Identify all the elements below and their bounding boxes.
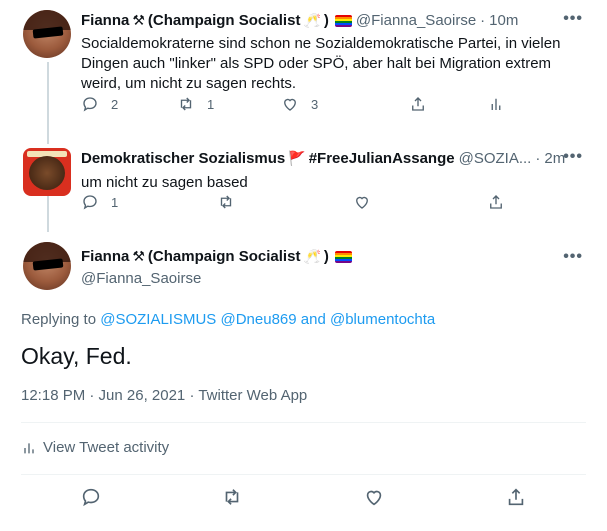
- reply-icon: [82, 488, 100, 507]
- mention-link[interactable]: @SOZIALISMUS: [100, 311, 216, 328]
- heart-icon: [356, 196, 368, 209]
- rainbow-flag-icon: [334, 250, 352, 263]
- display-name[interactable]: Fianna: [81, 248, 129, 265]
- handle[interactable]: @SOZIA...: [459, 150, 532, 167]
- avatar[interactable]: [23, 10, 71, 58]
- timestamp[interactable]: 10m: [489, 12, 518, 29]
- red-flag-icon: 🚩: [288, 150, 306, 166]
- main-tweet: Fianna ⚒ (Champaign Socialist 🥂 ) @Fiann…: [0, 232, 607, 531]
- tweet-timestamp[interactable]: 12:18 PM · Jun 26, 2021 · Twitter Web Ap…: [21, 387, 307, 404]
- mention-and[interactable]: and: [301, 311, 326, 328]
- more-options-icon[interactable]: •••: [563, 248, 583, 266]
- hammer-pick-icon: ⚒: [132, 248, 145, 264]
- analytics-icon: [24, 442, 34, 453]
- handle[interactable]: @Fianna_Saoirse: [81, 270, 201, 287]
- retweet-icon: [220, 195, 232, 209]
- share-button[interactable]: [487, 193, 505, 211]
- timestamp[interactable]: 2m: [544, 150, 565, 167]
- tweet-text: Okay, Fed.: [21, 343, 132, 369]
- analytics-button[interactable]: [487, 95, 505, 113]
- reply-button[interactable]: 2: [81, 95, 118, 113]
- reply-icon: [83, 195, 97, 210]
- main-tweet-actions: [0, 485, 607, 509]
- mention-link[interactable]: @blumentochta: [330, 311, 435, 328]
- reply-button[interactable]: 1: [81, 193, 118, 211]
- view-activity-link[interactable]: View Tweet activity: [21, 439, 169, 456]
- like-button[interactable]: [363, 486, 385, 508]
- retweet-count: 1: [207, 96, 215, 112]
- like-count: 3: [311, 96, 319, 112]
- hammer-pick-icon: ⚒: [132, 12, 145, 28]
- like-button[interactable]: 3: [281, 95, 318, 113]
- share-icon: [490, 195, 502, 209]
- avatar[interactable]: [23, 148, 71, 196]
- handle[interactable]: @Fianna_Saoirse: [356, 12, 476, 29]
- reply-count: 1: [111, 194, 119, 210]
- heart-icon: [284, 98, 296, 111]
- reply-button[interactable]: [80, 486, 102, 508]
- like-button[interactable]: [353, 193, 371, 211]
- avatar[interactable]: [23, 242, 71, 290]
- champagne-icon: 🥂: [303, 12, 321, 28]
- share-button[interactable]: [409, 95, 427, 113]
- share-icon: [412, 97, 424, 111]
- separator-dot: ·: [480, 12, 486, 29]
- display-name-close[interactable]: ): [324, 248, 329, 265]
- more-options-icon[interactable]: •••: [563, 148, 583, 166]
- retweet-button[interactable]: [221, 486, 243, 508]
- replying-prefix: Replying to: [21, 311, 97, 328]
- retweet-button[interactable]: [217, 193, 235, 211]
- tweet-demsoz[interactable]: Demokratischer Sozialismus 🚩 #FreeJulian…: [0, 140, 607, 232]
- reply-count: 2: [111, 96, 119, 112]
- replying-to: Replying to @SOZIALISMUS @Dneu869 and @b…: [21, 311, 435, 328]
- retweet-icon: [225, 489, 239, 505]
- divider: [21, 422, 586, 423]
- tweet-text: Socialdemokraterne sind schon ne Soziald…: [81, 35, 561, 92]
- hashtag-name[interactable]: #FreeJulianAssange: [309, 150, 455, 167]
- retweet-icon: [180, 97, 192, 111]
- rainbow-flag-icon: [334, 14, 352, 27]
- reply-icon: [83, 97, 97, 112]
- heart-icon: [366, 490, 382, 506]
- mention-link[interactable]: @Dneu869: [220, 311, 296, 328]
- display-name-suffix[interactable]: (Champaign Socialist: [148, 248, 301, 265]
- retweet-button[interactable]: 1: [177, 95, 214, 113]
- tweet-fianna-1[interactable]: Fianna ⚒ (Champaign Socialist 🥂 ) @Fiann…: [0, 0, 607, 140]
- tweet-text: um nicht zu sagen based: [81, 174, 248, 191]
- display-name-suffix[interactable]: (Champaign Socialist: [148, 12, 301, 29]
- more-options-icon[interactable]: •••: [563, 10, 583, 28]
- share-button[interactable]: [505, 486, 527, 508]
- display-name-close[interactable]: ): [324, 12, 329, 29]
- display-name[interactable]: Fianna: [81, 12, 129, 29]
- champagne-icon: 🥂: [303, 248, 321, 264]
- share-icon: [508, 488, 524, 506]
- display-name[interactable]: Demokratischer Sozialismus: [81, 150, 285, 167]
- view-activity-label[interactable]: View Tweet activity: [43, 439, 169, 456]
- analytics-icon: [491, 98, 501, 110]
- divider: [21, 474, 586, 475]
- separator-dot: ·: [535, 150, 541, 167]
